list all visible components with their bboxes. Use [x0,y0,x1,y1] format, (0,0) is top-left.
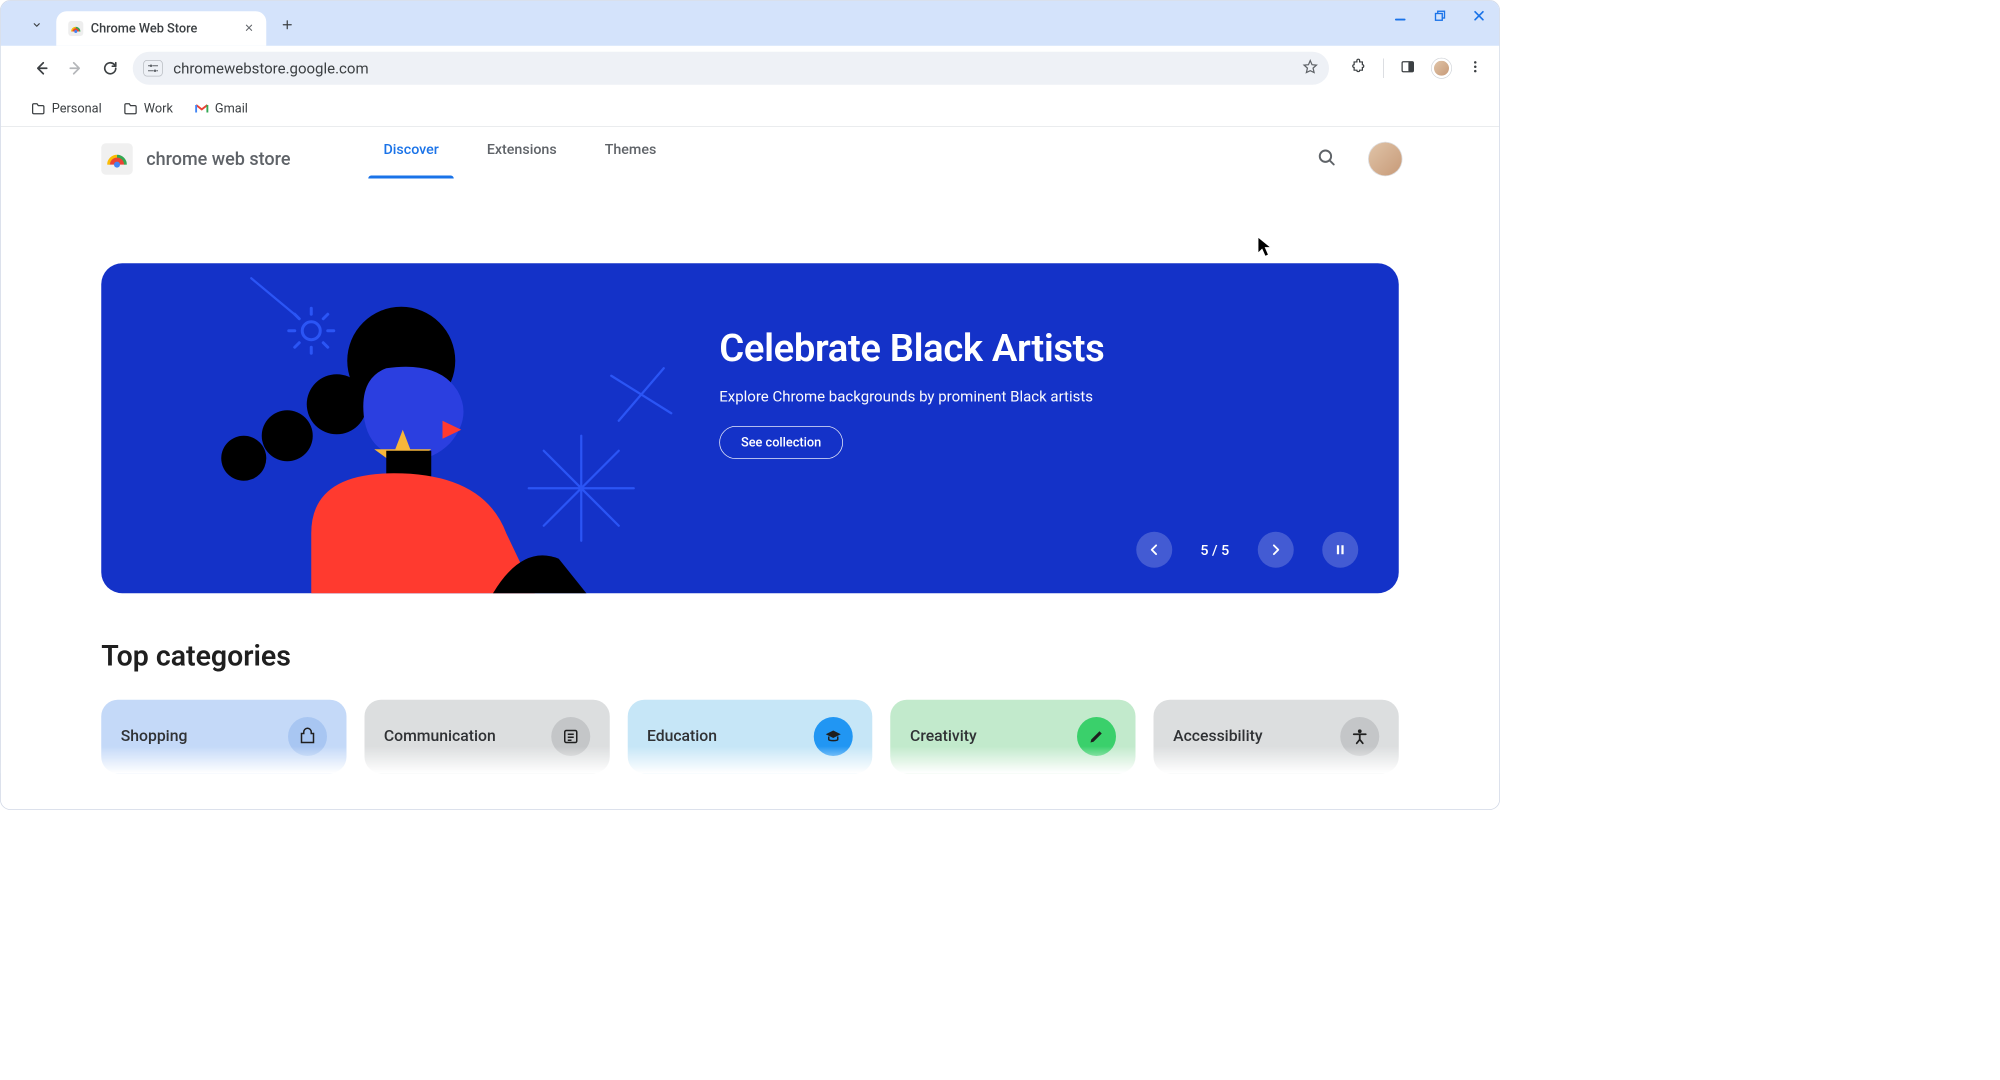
chrome-store-icon [106,148,129,171]
section-title: Top categories [101,640,1399,673]
bookmark-label: Personal [52,101,102,116]
hero-subtitle: Explore Chrome backgrounds by prominent … [719,387,1354,405]
bookmark-star-button[interactable] [1302,59,1319,79]
window-close-button[interactable] [1472,9,1486,23]
url-text: chromewebstore.google.com [173,59,368,77]
bookmarks-bar: Personal Work Gmail [1,91,1500,127]
tune-icon [147,63,159,74]
category-icon-chip [814,717,853,756]
carousel-controls: 5 / 5 [1136,532,1358,568]
category-card-education[interactable]: Education [627,700,872,774]
carousel-prev-button[interactable] [1136,532,1172,568]
window-restore-button[interactable] [1433,9,1447,23]
new-tab-button[interactable] [274,11,301,38]
category-icon-chip [288,717,327,756]
hero-title: Celebrate Black Artists [719,326,1354,370]
category-label: Communication [384,728,496,746]
folder-icon [31,101,46,116]
search-button[interactable] [1316,147,1337,171]
search-icon [1316,147,1337,168]
bookmark-gmail[interactable]: Gmail [194,101,248,116]
tab-favicon [68,21,83,36]
folder-icon [123,101,138,116]
profile-avatar-toolbar[interactable] [1432,59,1452,79]
plus-icon [281,18,295,32]
reload-button[interactable] [98,56,122,80]
category-label: Creativity [910,728,977,746]
nav-tabs: Discover Extensions Themes [380,140,659,178]
top-categories-section: Top categories Shopping Communication Educ… [1,593,1500,773]
hero-cta-button[interactable]: See collection [719,426,843,459]
chevron-right-icon [1268,542,1283,557]
overflow-menu-button[interactable] [1468,59,1483,77]
minimize-icon [1393,8,1408,23]
arrow-left-icon [33,60,50,77]
address-bar[interactable]: chromewebstore.google.com [133,52,1329,85]
sidepanel-icon [1400,59,1415,74]
nav-tab-extensions[interactable]: Extensions [484,140,560,178]
nav-tab-discover[interactable]: Discover [380,140,441,178]
window-minimize-button[interactable] [1393,8,1408,23]
restore-icon [1433,9,1447,23]
close-icon [1472,9,1486,23]
carousel-position: 5 / 5 [1200,541,1229,558]
carousel-next-button[interactable] [1258,532,1294,568]
kebab-icon [1468,59,1483,74]
reload-icon [102,60,119,77]
star-icon [1302,59,1319,76]
category-icon-chip [1340,717,1379,756]
category-icon-chip [551,717,590,756]
bookmark-label: Work [144,101,173,116]
hero-carousel[interactable]: Celebrate Black Artists Explore Chrome b… [101,263,1399,593]
browser-toolbar: chromewebstore.google.com [1,46,1500,91]
chevron-left-icon [1146,542,1161,557]
back-button[interactable] [29,56,53,80]
window-controls [1393,8,1486,23]
site-settings-chip[interactable] [143,60,163,77]
browser-tab[interactable]: Chrome Web Store [56,11,266,46]
category-label: Education [647,728,717,746]
separator [1383,59,1384,79]
category-row: Shopping Communication Education Creativity… [101,700,1399,774]
hero-illustration [101,263,716,593]
gmail-icon [194,101,209,116]
store-logo [101,143,133,175]
profile-avatar[interactable] [1369,143,1402,176]
bookmark-label: Gmail [215,101,248,116]
site-header: chrome web store Discover Extensions The… [1,127,1500,192]
bookmark-folder-work[interactable]: Work [123,101,173,116]
page-content: chrome web store Discover Extensions The… [1,127,1500,774]
category-card-shopping[interactable]: Shopping [101,700,346,774]
category-card-communication[interactable]: Communication [364,700,609,774]
carousel-pause-button[interactable] [1322,532,1358,568]
pause-icon [1334,543,1348,557]
brand[interactable]: chrome web store [101,143,290,175]
arrow-right-icon [68,60,85,77]
extensions-button[interactable] [1350,59,1367,79]
brand-name: chrome web store [146,149,290,170]
chevron-down-icon [31,19,43,31]
toolbar-action-icons [1350,59,1483,79]
category-icon-chip [1077,717,1116,756]
category-card-accessibility[interactable]: Accessibility [1154,700,1399,774]
side-panel-button[interactable] [1400,59,1415,77]
bookmark-folder-personal[interactable]: Personal [31,101,102,116]
tab-search-button[interactable] [23,11,50,38]
category-label: Accessibility [1173,728,1262,746]
close-icon [244,22,255,33]
tab-title: Chrome Web Store [91,21,237,36]
tab-strip: Chrome Web Store [1,1,1500,46]
puzzle-icon [1350,59,1367,76]
forward-button[interactable] [64,56,88,80]
tab-close-button[interactable] [244,21,255,35]
category-card-creativity[interactable]: Creativity [891,700,1136,774]
browser-window: Chrome Web Store chromewebstore.google.c… [0,0,1500,810]
category-label: Shopping [121,728,188,746]
nav-tab-themes[interactable]: Themes [602,140,660,178]
